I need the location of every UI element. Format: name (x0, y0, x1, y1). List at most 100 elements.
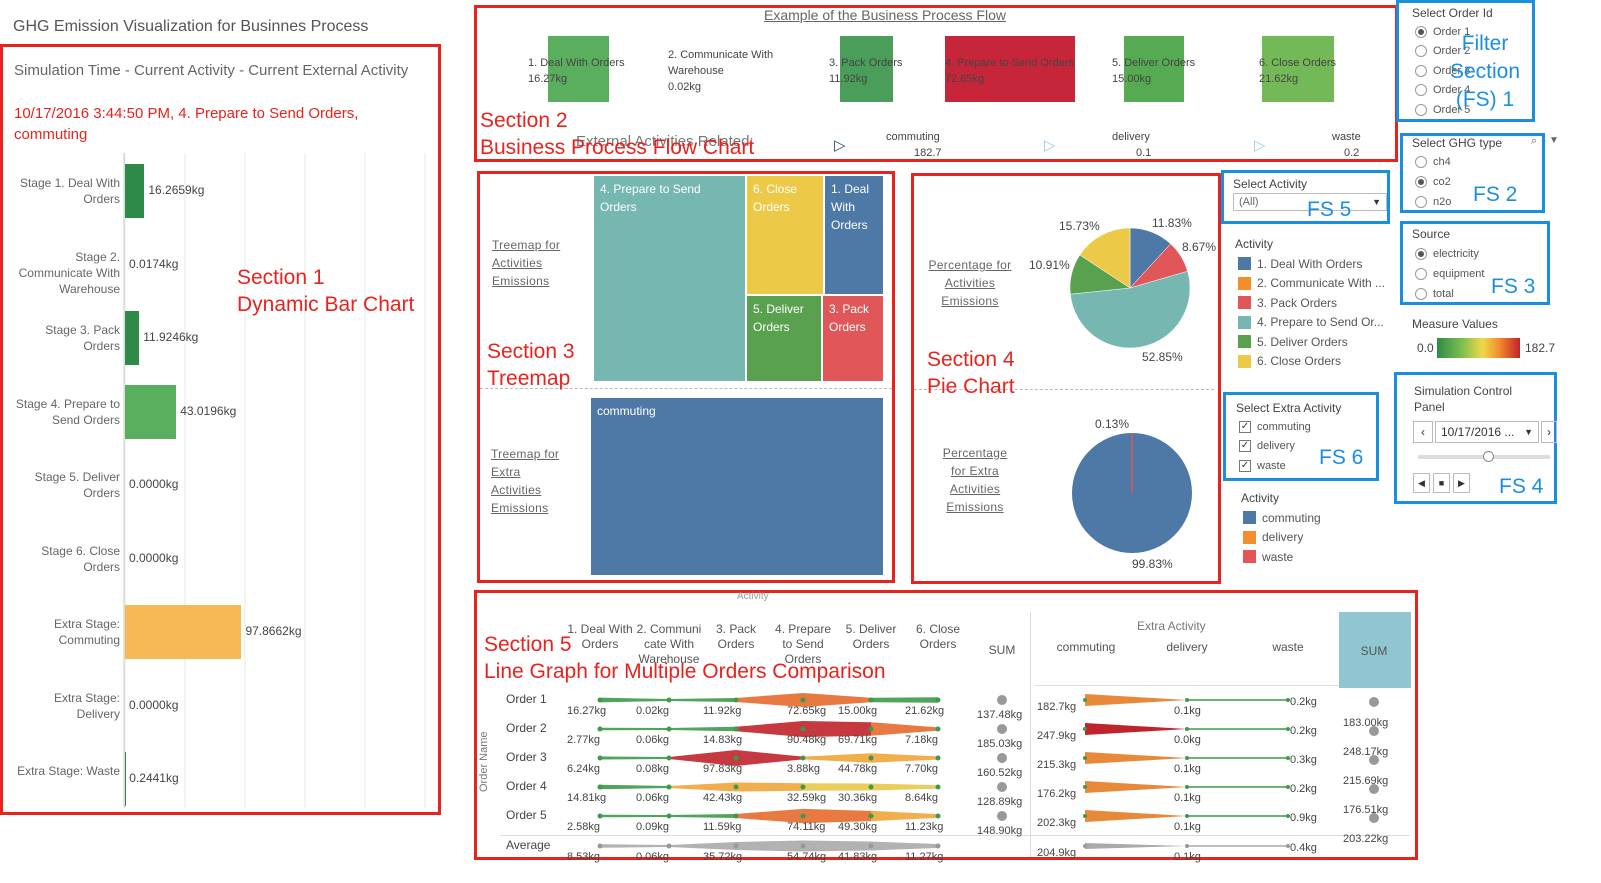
extra-checkbox-option[interactable]: ✓ commuting (1239, 417, 1311, 437)
bar-row[interactable]: Stage 5. Deliver Orders 0.0000kg (0, 457, 440, 513)
data-point[interactable] (733, 843, 739, 849)
radio-button[interactable] (1415, 288, 1427, 300)
data-point[interactable] (800, 755, 806, 761)
radio-button[interactable] (1415, 25, 1427, 38)
data-point[interactable] (868, 755, 874, 761)
data-point[interactable] (733, 784, 739, 790)
data-point[interactable] (733, 697, 739, 703)
data-point[interactable] (597, 784, 603, 790)
pie-extra-link[interactable]: Percentage for Extra Activities Emission… (935, 444, 1015, 516)
extra-data-point[interactable] (1083, 785, 1087, 789)
data-point[interactable] (868, 697, 874, 703)
slider-handle[interactable] (1483, 451, 1494, 462)
data-point[interactable] (800, 843, 806, 849)
step-back-button[interactable]: ◀ (1413, 473, 1430, 493)
bar[interactable] (125, 384, 177, 439)
radio-button[interactable] (1415, 196, 1427, 208)
sum-point[interactable] (997, 753, 1007, 763)
extra-data-point[interactable] (1083, 698, 1087, 702)
pie-activities-link[interactable]: Percentage for Activities Emissions (925, 256, 1015, 310)
search-icon[interactable]: ⌕ (1531, 135, 1537, 148)
sum-point[interactable] (997, 695, 1007, 705)
radio-button[interactable] (1415, 103, 1427, 116)
data-point[interactable] (666, 697, 672, 703)
data-point[interactable] (666, 784, 672, 790)
data-point[interactable] (666, 755, 672, 761)
data-point[interactable] (733, 755, 739, 761)
radio-button[interactable] (1415, 176, 1427, 188)
treemap-cell-deal[interactable]: 1. Deal With Orders (824, 175, 884, 295)
bar-row[interactable]: Stage 4. Prepare to Send Orders 43.0196kg (0, 384, 440, 440)
source-radio-option[interactable]: total (1415, 284, 1484, 304)
radio-button[interactable] (1415, 45, 1427, 58)
bar-row[interactable]: Stage 1. Deal With Orders 16.2659kg (0, 163, 440, 219)
data-point[interactable] (800, 784, 806, 790)
data-point[interactable] (733, 813, 739, 819)
extra-data-point[interactable] (1185, 727, 1189, 731)
data-point[interactable] (733, 726, 739, 732)
extra-data-point[interactable] (1185, 814, 1189, 818)
bar-row[interactable]: Stage 3. Pack Orders 11.9246kg (0, 310, 440, 366)
data-point[interactable] (935, 843, 941, 849)
data-point[interactable] (800, 697, 806, 703)
treemap-cell-commuting[interactable]: commuting (590, 397, 884, 576)
extra-data-point[interactable] (1185, 698, 1189, 702)
bar-row[interactable]: Stage 6. Close Orders 0.0000kg (0, 531, 440, 587)
radio-button[interactable] (1415, 248, 1427, 260)
data-point[interactable] (935, 697, 941, 703)
data-point[interactable] (868, 726, 874, 732)
extra-data-point[interactable] (1185, 756, 1189, 760)
legend-item[interactable]: 1. Deal With Orders (1238, 254, 1385, 274)
radio-button[interactable] (1415, 156, 1427, 168)
source-radio-option[interactable]: equipment (1415, 264, 1484, 284)
bar[interactable] (125, 164, 145, 218)
sum-point[interactable] (997, 811, 1007, 821)
extra-data-point[interactable] (1083, 727, 1087, 731)
data-point[interactable] (597, 813, 603, 819)
data-point[interactable] (666, 813, 672, 819)
legend-item[interactable]: waste (1243, 547, 1321, 567)
data-point[interactable] (800, 813, 806, 819)
source-radio-option[interactable]: electricity (1415, 244, 1484, 264)
extra-data-point[interactable] (1185, 785, 1189, 789)
legend-item[interactable]: 4. Prepare to Send Or... (1238, 313, 1385, 333)
data-point[interactable] (597, 755, 603, 761)
extra-checkbox-option[interactable]: ✓ waste (1239, 456, 1311, 476)
data-point[interactable] (935, 755, 941, 761)
legend-item[interactable]: 5. Deliver Orders (1238, 332, 1385, 352)
extra-sum-point[interactable] (1369, 697, 1379, 707)
data-point[interactable] (800, 726, 806, 732)
treemap-activities-link[interactable]: Treemap for Activities Emissions (492, 236, 562, 290)
data-point[interactable] (935, 813, 941, 819)
treemap-cell-deliver[interactable]: 5. Deliver Orders (746, 295, 822, 382)
data-point[interactable] (868, 843, 874, 849)
treemap-cell-prepare[interactable]: 4. Prepare to Send Orders (593, 175, 746, 382)
data-point[interactable] (666, 726, 672, 732)
extra-data-point[interactable] (1185, 844, 1189, 848)
bar-row[interactable]: Extra Stage: Waste 0.2441kg (0, 751, 440, 807)
extra-checkbox-option[interactable]: ✓ delivery (1239, 437, 1311, 457)
dropdown-arrow-icon[interactable]: ▼ (1549, 135, 1559, 146)
legend-item[interactable]: commuting (1243, 508, 1321, 528)
ghg-radio-option[interactable]: co2 (1415, 172, 1451, 192)
bar[interactable] (125, 605, 242, 659)
treemap-extra-link[interactable]: Treemap for Extra Activities Emissions (491, 445, 561, 517)
bar[interactable] (125, 311, 140, 365)
radio-button[interactable] (1415, 84, 1427, 97)
extra-data-point[interactable] (1083, 814, 1087, 818)
ghg-radio-option[interactable]: ch4 (1415, 152, 1451, 172)
data-point[interactable] (868, 784, 874, 790)
date-select[interactable]: 10/17/2016 ... ▼ (1435, 421, 1539, 443)
radio-button[interactable] (1415, 64, 1427, 77)
bar-row[interactable]: Extra Stage: Delivery 0.0000kg (0, 678, 440, 734)
sum-point[interactable] (997, 782, 1007, 792)
step-forward-button[interactable]: ▶ (1453, 473, 1470, 493)
treemap-cell-close[interactable]: 6. Close Orders (746, 175, 824, 295)
legend-item[interactable]: 2. Communicate With ... (1238, 274, 1385, 294)
checkbox[interactable]: ✓ (1239, 440, 1251, 453)
legend-item[interactable]: 3. Pack Orders (1238, 293, 1385, 313)
data-point[interactable] (597, 697, 603, 703)
next-date-button[interactable]: › (1541, 421, 1557, 443)
radio-button[interactable] (1415, 268, 1427, 280)
pie-activities[interactable] (1040, 210, 1220, 370)
